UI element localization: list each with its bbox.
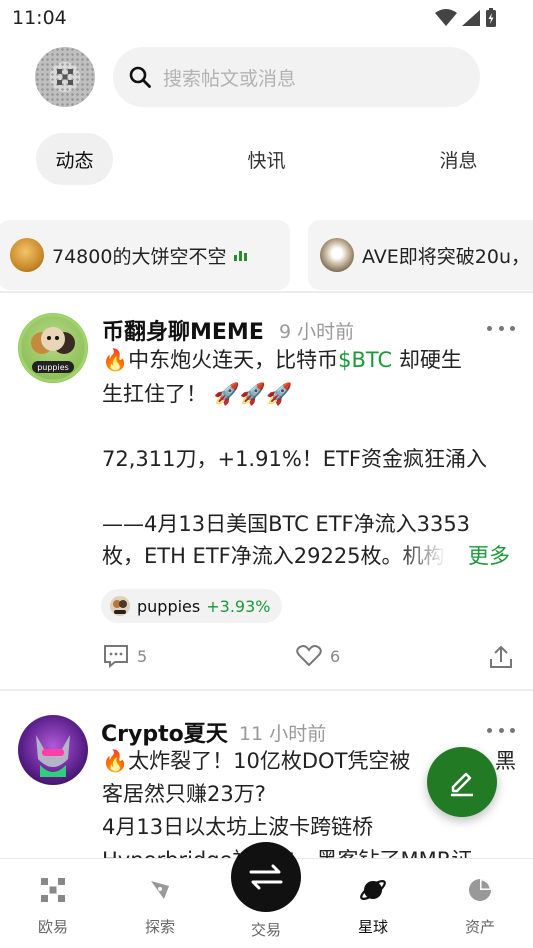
post-text-line: 🔥太炸裂了！10亿枚DOT凭空被 bbox=[102, 749, 411, 773]
status-time: 11:04 bbox=[12, 7, 67, 29]
comment-button[interactable]: 5 bbox=[103, 644, 147, 668]
nav-label: 星球 bbox=[357, 918, 388, 936]
post-text-line: 客居然只赚23万? bbox=[102, 782, 266, 806]
puppies-avatar-art: puppies bbox=[18, 313, 88, 383]
search-placeholder: 搜索帖文或消息 bbox=[163, 67, 297, 90]
fire-icon: 🔥 bbox=[102, 749, 129, 773]
okx-logo-icon bbox=[57, 69, 73, 85]
tab-messages[interactable]: 消息 bbox=[420, 133, 497, 185]
tab-label: 动态 bbox=[55, 149, 94, 172]
profile-avatar[interactable] bbox=[35, 47, 95, 107]
trending-bars-icon bbox=[234, 249, 248, 261]
post-author[interactable]: 币翻身聊MEME bbox=[102, 314, 264, 346]
cyber-cat-avatar-art bbox=[36, 735, 70, 777]
comment-icon bbox=[104, 645, 128, 668]
nav-explore[interactable]: 探索 bbox=[120, 859, 200, 948]
tab-label: 消息 bbox=[439, 149, 478, 172]
share-icon bbox=[490, 645, 512, 668]
comment-count: 5 bbox=[137, 646, 148, 666]
tab-news-flash[interactable]: 快讯 bbox=[228, 133, 305, 185]
post-text-line: 4月13日以太坊上波卡跨链桥 bbox=[102, 815, 374, 839]
nav-label: 探索 bbox=[144, 918, 175, 936]
avatar-brand-text: puppies bbox=[37, 363, 69, 372]
trade-button[interactable] bbox=[231, 842, 301, 912]
coin-change: +3.93% bbox=[206, 596, 271, 616]
more-options-button[interactable] bbox=[487, 725, 515, 735]
planet-icon bbox=[360, 880, 386, 900]
search-input[interactable]: 搜索帖文或消息 bbox=[113, 47, 480, 107]
like-button[interactable]: 6 bbox=[296, 644, 340, 668]
nav-okx[interactable]: 欧易 bbox=[13, 859, 93, 948]
hot-topic-card[interactable]: 74800的大饼空不空 bbox=[0, 220, 290, 290]
post-text-line: 72,311刀，+1.91%！ETF资金疯狂涌入 bbox=[102, 447, 487, 471]
compose-post-button[interactable] bbox=[427, 747, 497, 817]
nav-label: 欧易 bbox=[37, 918, 68, 936]
hot-topic-text: 74800的大饼空不空 bbox=[52, 245, 227, 268]
pie-chart-icon bbox=[469, 879, 491, 901]
post-text-line: 🔥中东炮火连天，比特币$BTC 却硬生 bbox=[102, 348, 462, 372]
post-text-line-tail: 黑 bbox=[495, 749, 516, 773]
divider bbox=[0, 689, 533, 691]
share-button[interactable] bbox=[488, 644, 514, 670]
topic-thumbnail bbox=[320, 238, 354, 272]
post-text-line: 枚，ETH ETF净流入29225枚。机构 bbox=[102, 544, 445, 568]
more-options-button[interactable] bbox=[487, 323, 515, 333]
nav-label: 资产 bbox=[464, 918, 495, 936]
divider bbox=[0, 291, 533, 293]
post-time: 11 小时前 bbox=[239, 723, 327, 745]
nav-label[interactable]: 交易 bbox=[231, 919, 301, 940]
nav-assets[interactable]: 资产 bbox=[440, 859, 520, 948]
post-text-line: 生扛住了！ 🚀🚀🚀 bbox=[102, 382, 293, 406]
tab-feed[interactable]: 动态 bbox=[36, 133, 113, 185]
like-count: 6 bbox=[330, 646, 341, 666]
okx-logo-icon bbox=[41, 878, 65, 902]
search-icon bbox=[129, 66, 151, 88]
text-fade bbox=[400, 540, 466, 572]
hot-topic-card[interactable]: AVE即将突破20u， bbox=[308, 220, 533, 290]
signal-icon bbox=[462, 10, 480, 26]
fire-icon: 🔥 bbox=[102, 348, 129, 372]
hot-topic-text: AVE即将突破20u， bbox=[362, 245, 531, 268]
wifi-icon bbox=[435, 9, 457, 26]
nav-planet[interactable]: 星球 bbox=[333, 859, 413, 948]
coin-chip[interactable]: puppies +3.93% bbox=[101, 589, 283, 623]
coin-icon bbox=[110, 596, 130, 616]
post-author[interactable]: Crypto夏天 bbox=[101, 716, 228, 748]
swap-icon bbox=[249, 864, 283, 890]
compass-icon bbox=[151, 881, 169, 899]
post-time: 9 小时前 bbox=[279, 321, 355, 343]
coin-name: puppies bbox=[137, 596, 201, 616]
author-avatar[interactable] bbox=[18, 715, 88, 785]
read-more-link[interactable]: 更多 bbox=[468, 540, 510, 572]
rocket-icon: 🚀🚀🚀 bbox=[213, 382, 293, 406]
topic-thumbnail bbox=[10, 238, 44, 272]
pencil-icon bbox=[451, 772, 473, 797]
author-avatar[interactable]: puppies bbox=[18, 313, 88, 383]
battery-icon bbox=[486, 8, 496, 27]
post-text-line: ——4月13日美国BTC ETF净流入3353 bbox=[102, 512, 471, 536]
heart-icon bbox=[296, 645, 322, 667]
status-icons bbox=[435, 8, 497, 28]
status-bar: 11:04 bbox=[0, 0, 533, 38]
ticker-link[interactable]: $BTC bbox=[338, 348, 392, 372]
tab-label: 快讯 bbox=[247, 149, 286, 172]
